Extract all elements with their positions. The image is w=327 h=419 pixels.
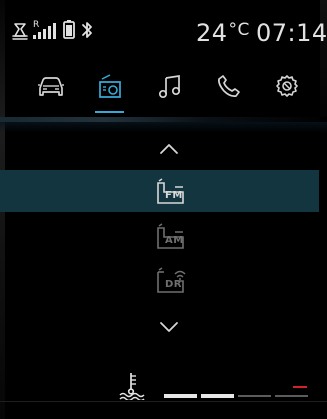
message-icon (12, 23, 28, 40)
tab-radio[interactable] (90, 62, 130, 110)
settings-gear-icon (276, 75, 298, 97)
outside-temperature: 24°C (196, 18, 250, 51)
bluetooth-icon (82, 22, 92, 38)
tab-music[interactable] (150, 62, 190, 110)
chevron-down-icon (160, 322, 178, 332)
clock: 07:14 (256, 19, 327, 47)
coolant-gauge-segment (275, 395, 308, 397)
selected-tab-indicator (95, 111, 124, 113)
radio-icon (99, 74, 121, 98)
source-item-am[interactable]: AM (0, 215, 319, 257)
tab-phone[interactable] (209, 62, 249, 110)
temperature-value: 24 (196, 19, 228, 47)
source-label-dr: DR (165, 279, 183, 290)
signal-indicator-text: R (33, 20, 39, 30)
phone-battery-icon (63, 20, 75, 39)
coolant-warning-mark (293, 386, 307, 388)
scroll-up-button[interactable] (148, 136, 190, 162)
signal-strength-icon: R (33, 20, 56, 39)
music-note-icon (158, 75, 181, 99)
source-label-fm: FM (165, 190, 183, 201)
status-icon-group: R (12, 18, 124, 52)
header-shadow (0, 122, 327, 132)
coolant-temperature-gauge (164, 386, 312, 398)
coolant-gauge-segment (201, 394, 234, 398)
tab-settings[interactable] (267, 62, 307, 110)
coolant-temperature-icon (119, 373, 145, 400)
scroll-down-button[interactable] (148, 314, 190, 340)
radio-source-screen: R 24°C 07:14 FM AM DR (0, 0, 327, 419)
coolant-gauge-segment (238, 395, 271, 397)
footer-divider (0, 401, 327, 402)
source-label-am: AM (165, 235, 184, 246)
source-item-fm[interactable]: FM (0, 170, 319, 212)
chevron-up-icon (160, 144, 178, 154)
tab-vehicle[interactable] (31, 62, 71, 110)
car-icon (38, 77, 64, 96)
temperature-unit: °C (228, 20, 250, 40)
main-tab-bar (0, 62, 327, 116)
phone-icon (218, 75, 240, 97)
coolant-gauge-segment (164, 394, 197, 398)
source-item-dr[interactable]: DR (0, 259, 319, 301)
